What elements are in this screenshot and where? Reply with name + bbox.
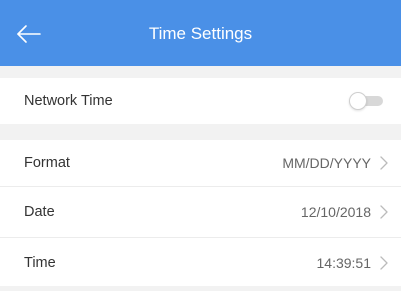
toggle-knob (349, 92, 367, 110)
network-time-row: Network Time (0, 78, 401, 124)
page-title: Time Settings (148, 24, 253, 43)
chevron-right-icon (380, 205, 388, 219)
chevron-right-icon (380, 256, 388, 270)
network-time-toggle[interactable] (349, 92, 385, 110)
date-row[interactable]: Date 12/10/2018 (0, 187, 401, 237)
time-value: 14:39:51 (316, 255, 372, 271)
chevron-right-icon (380, 156, 388, 170)
format-value: MM/DD/YYYY (282, 155, 371, 171)
format-label: Format (24, 155, 70, 171)
section-spacer (0, 124, 401, 140)
format-row[interactable]: Format MM/DD/YYYY (0, 140, 401, 186)
time-row[interactable]: Time 14:39:51 (0, 238, 401, 286)
date-label: Date (24, 204, 55, 220)
app-header: Time Settings (0, 0, 401, 66)
bottom-spacer (0, 286, 401, 291)
network-time-label: Network Time (24, 93, 113, 109)
section-spacer (0, 66, 401, 78)
date-value: 12/10/2018 (300, 204, 371, 220)
time-label: Time (24, 255, 56, 271)
